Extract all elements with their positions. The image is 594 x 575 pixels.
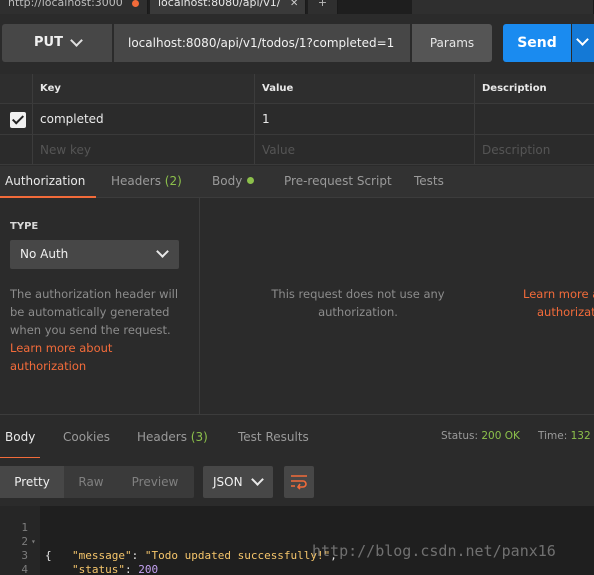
tab-body[interactable]: Body — [212, 166, 255, 198]
response-time: Time: 132 m — [538, 430, 594, 442]
status-label: Status: — [441, 430, 478, 442]
chevron-down-icon — [70, 34, 83, 47]
send-options-button[interactable] — [572, 24, 594, 62]
tab-headers-label: Headers — [111, 174, 161, 188]
tab-strip-filler — [412, 0, 594, 14]
new-param-row: New key Value Description — [0, 135, 594, 165]
chevron-down-icon — [251, 473, 264, 486]
params-button[interactable]: Params — [412, 24, 492, 62]
tab-prerequest-label: Pre-request Script — [284, 174, 392, 188]
line-number: 4 — [21, 563, 28, 575]
auth-help-text: The authorization header will be automat… — [10, 285, 190, 375]
param-description-field[interactable] — [474, 104, 594, 134]
params-table: Key Value Description completed 1 New ke… — [0, 74, 594, 166]
method-select[interactable]: PUT — [2, 24, 112, 62]
format-value: JSON — [213, 475, 243, 489]
param-key-field[interactable]: completed — [32, 104, 254, 134]
time-label: Time: — [538, 430, 568, 442]
learn-more-link-line2: authorizat — [537, 305, 594, 319]
new-description-input[interactable]: Description — [474, 135, 594, 164]
response-tab-body[interactable]: Body — [0, 430, 40, 459]
params-header-row: Key Value Description — [0, 74, 594, 104]
chevron-down-icon — [156, 245, 169, 258]
response-headers-count-badge: (3) — [190, 430, 208, 444]
tab-headers[interactable]: Headers (2) — [111, 166, 182, 198]
request-tab-1[interactable]: http://localhost:3000 — [0, 0, 148, 14]
response-tab-cookies[interactable]: Cookies — [63, 430, 110, 459]
unsaved-dot-icon — [132, 0, 139, 7]
learn-more-auth-link-right[interactable]: Learn more a authorizat — [523, 285, 594, 321]
status-value: 200 OK — [481, 430, 520, 442]
url-input[interactable]: localhost:8080/api/v1/todos/1?completed=… — [114, 24, 410, 62]
code-line: 2 "message": "Todo updated successfully!… — [0, 521, 594, 562]
new-value-input[interactable]: Value — [254, 135, 474, 164]
send-button[interactable]: Send — [503, 24, 571, 62]
method-label: PUT — [34, 35, 63, 50]
request-tab-1-label: http://localhost:3000 — [8, 0, 123, 9]
response-toolbar: Pretty Raw Preview JSON — [0, 458, 594, 506]
request-tab-2-label: localhost:8080/api/v1/ — [158, 0, 281, 9]
pretty-view-button[interactable]: Pretty — [0, 466, 64, 498]
learn-more-link-line1: Learn more a — [523, 287, 594, 301]
new-tab-label: + — [317, 0, 328, 9]
auth-details-panel: This request does not use any authorizat… — [201, 198, 511, 414]
tab-authorization-label: Authorization — [5, 174, 86, 188]
time-value: 132 m — [570, 430, 594, 442]
tab-tests-label: Tests — [414, 174, 444, 188]
tab-authorization[interactable]: Authorization — [0, 166, 96, 198]
format-select[interactable]: JSON — [203, 466, 273, 498]
wrap-lines-icon — [291, 475, 307, 490]
learn-more-auth-link[interactable]: Learn more about authorization — [10, 341, 112, 373]
close-tab-icon[interactable]: ✕ — [290, 0, 298, 13]
watermark: http://blog.csdn.net/panx16 — [312, 542, 556, 560]
auth-help-description: The authorization header will be automat… — [10, 287, 179, 337]
tab-tests[interactable]: Tests — [414, 166, 444, 198]
json-number-value: 200 — [138, 563, 159, 575]
key-column-header: Key — [32, 74, 254, 103]
request-tabs: Authorization Headers (2) Body Pre-reque… — [0, 166, 594, 198]
headers-count-badge: (2) — [164, 174, 182, 188]
response-tab-body-label: Body — [5, 430, 36, 444]
chevron-down-icon — [576, 33, 589, 46]
body-indicator-dot-icon — [247, 177, 255, 184]
code-line: 1 ▾ { — [0, 507, 594, 562]
new-key-input[interactable]: New key — [32, 135, 254, 164]
param-value-field[interactable]: 1 — [254, 104, 474, 134]
auth-type-value: No Auth — [20, 247, 69, 261]
response-status: Status: 200 OK — [441, 430, 520, 442]
value-column-header: Value — [254, 74, 474, 103]
view-mode-toggle: Pretty Raw Preview — [0, 466, 194, 498]
new-tab-button[interactable]: + — [308, 0, 338, 14]
param-enabled-checkbox[interactable] — [10, 112, 26, 128]
request-bar: PUT localhost:8080/api/v1/todos/1?comple… — [0, 14, 594, 74]
no-auth-message: This request does not use any authorizat… — [271, 287, 445, 319]
json-key: "status" — [72, 563, 125, 575]
request-tab-2[interactable]: localhost:8080/api/v1/ ✕ — [150, 0, 306, 14]
raw-view-button[interactable]: Raw — [64, 466, 118, 498]
auth-type-select[interactable]: No Auth — [10, 240, 179, 269]
response-tab-headers-label: Headers — [137, 430, 187, 444]
preview-view-button[interactable]: Preview — [122, 466, 188, 498]
tab-strip: http://localhost:3000 localhost:8080/api… — [0, 0, 594, 14]
response-tab-test-results-label: Test Results — [238, 430, 309, 444]
code-text: "status": 200 — [72, 563, 159, 575]
response-body-editor[interactable]: 1 ▾ { 2 "message": "Todo updated success… — [0, 506, 594, 575]
response-tab-test-results[interactable]: Test Results — [238, 430, 309, 459]
response-tab-cookies-label: Cookies — [63, 430, 110, 444]
response-tabs: Body Cookies Headers (3) Test Results St… — [0, 414, 594, 459]
response-tab-headers[interactable]: Headers (3) — [137, 430, 208, 459]
tab-body-label: Body — [212, 174, 243, 188]
auth-settings-panel: TYPE No Auth The authorization header wi… — [0, 198, 200, 414]
tab-prerequest-script[interactable]: Pre-request Script — [284, 166, 392, 198]
auth-type-label: TYPE — [10, 221, 39, 232]
table-row: completed 1 — [0, 104, 594, 135]
wrap-lines-button[interactable] — [284, 466, 314, 498]
description-column-header: Description — [474, 74, 594, 103]
